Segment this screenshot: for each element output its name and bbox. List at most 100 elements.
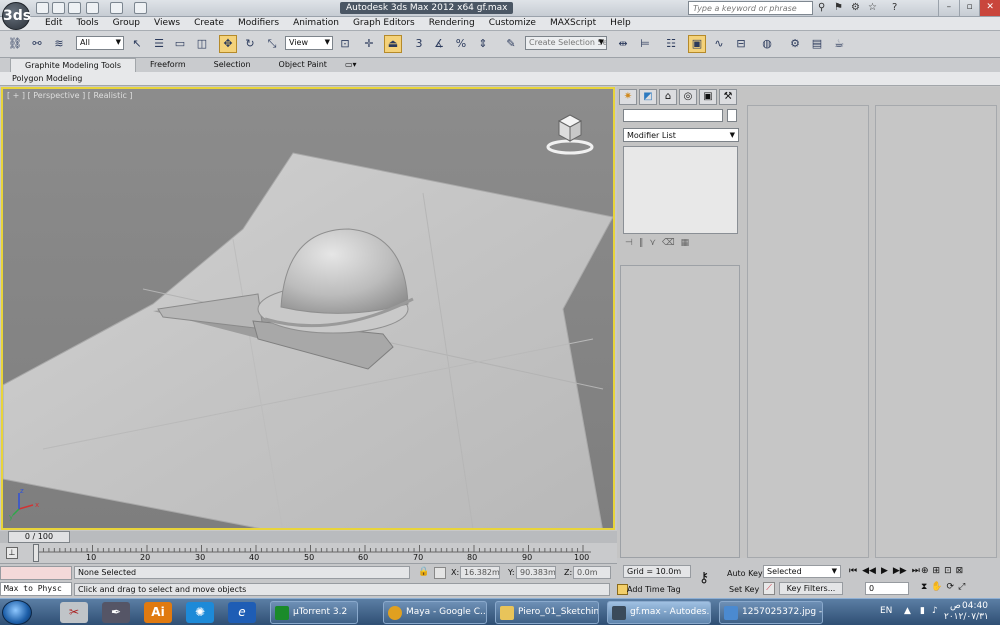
open-file-icon[interactable] [52, 2, 65, 14]
quicklaunch-scissors-icon[interactable]: ✂ [60, 602, 88, 623]
set-keys-icon[interactable]: ⟋ [763, 582, 775, 595]
pin-stack-icon[interactable]: ⊣ [625, 238, 633, 252]
redo-icon[interactable] [110, 2, 123, 14]
zoom-extents-all-icon[interactable]: ⊠ [956, 566, 964, 576]
select-object-icon[interactable]: ↖ [128, 35, 146, 53]
zoom-icon[interactable]: ⊕ [921, 566, 929, 576]
quicklaunch-illustrator-icon[interactable]: Ai [144, 602, 172, 623]
quicklaunch-ie-icon[interactable]: e [228, 602, 256, 623]
communication-center-icon[interactable]: ⚑ [834, 2, 843, 13]
render-production-icon[interactable]: ☕ [830, 35, 848, 53]
taskbar-image-viewer[interactable]: 1257025372.jpg - ... [719, 601, 823, 624]
set-key-mode-key-icon[interactable]: ⚷ [699, 570, 709, 586]
select-and-move-icon[interactable]: ✥ [219, 35, 237, 53]
ribbon-options-icon[interactable]: ▭▾ [341, 58, 361, 72]
remove-modifier-icon[interactable]: ⌫ [662, 238, 675, 252]
curve-editor-icon[interactable]: ∿ [710, 35, 728, 53]
previous-frame-icon[interactable]: ◀◀ [862, 566, 876, 576]
new-file-icon[interactable] [36, 2, 49, 14]
taskbar-folder[interactable]: Piero_01_Sketching [495, 601, 599, 624]
lock-selection-icon[interactable]: 🔒 [418, 567, 429, 577]
snaps-toggle-icon[interactable]: 3 [410, 35, 428, 53]
perspective-viewport[interactable]: [ + ] [ Perspective ] [ Realistic ] x z … [1, 87, 615, 530]
percent-snap-icon[interactable]: % [452, 35, 470, 53]
track-bar[interactable]: ⊥ 10 20 30 40 50 60 70 80 90 100 [0, 543, 617, 564]
quicklaunch-pen-icon[interactable]: ✒ [102, 602, 130, 623]
play-icon[interactable]: ▶ [881, 566, 888, 576]
object-name-field[interactable] [623, 109, 723, 122]
favorites-star-icon[interactable]: ☆ [868, 2, 877, 13]
go-to-start-icon[interactable]: ⏮ [849, 566, 857, 576]
selection-filter-dropdown[interactable]: All ▼ [76, 36, 124, 50]
show-end-result-icon[interactable]: ‖ [639, 238, 644, 252]
rendered-frame-window-icon[interactable]: ▤ [808, 35, 826, 53]
modify-tab-icon[interactable]: ◩ [639, 89, 657, 105]
key-filter-selected-dropdown[interactable]: Selected ▼ [763, 565, 841, 578]
menu-tools[interactable]: Tools [69, 17, 105, 30]
minimize-button[interactable]: – [938, 0, 959, 16]
add-time-tag-button[interactable]: Add Time Tag [627, 585, 681, 594]
motion-tab-icon[interactable]: ◎ [679, 89, 697, 105]
z-coordinate-field[interactable]: 0.0m [573, 566, 611, 579]
clock-time[interactable]: 04:40 [962, 601, 988, 611]
menu-customize[interactable]: Customize [482, 17, 543, 30]
configure-sets-icon[interactable]: ▦ [681, 238, 690, 252]
menu-edit[interactable]: Edit [38, 17, 69, 30]
select-by-name-icon[interactable]: ☰ [150, 35, 168, 53]
time-slider[interactable]: 0 / 100 [0, 531, 617, 543]
modifier-stack[interactable] [623, 146, 738, 234]
create-tab-icon[interactable]: ✷ [619, 89, 637, 105]
material-editor-icon[interactable]: ◍ [758, 35, 776, 53]
project-folder-icon[interactable] [134, 2, 147, 14]
viewport-label[interactable]: [ + ] [ Perspective ] [ Realistic ] [7, 91, 133, 100]
maxscript-listener-field[interactable] [0, 566, 72, 580]
modifier-list-dropdown[interactable]: Modifier List ▼ [623, 128, 739, 142]
language-indicator[interactable]: EN [880, 606, 892, 616]
zoom-extents-icon[interactable]: ⊡ [944, 566, 952, 576]
current-frame-field[interactable]: 0 [865, 582, 909, 595]
tab-selection[interactable]: Selection [200, 58, 265, 72]
undo-icon[interactable] [86, 2, 99, 14]
absolute-relative-toggle-icon[interactable] [434, 567, 446, 579]
render-setup-icon[interactable]: ⚙ [786, 35, 804, 53]
named-selection-set-dropdown[interactable]: Create Selection Se ▼ [525, 36, 607, 50]
time-slider-thumb[interactable]: 0 / 100 [8, 531, 70, 543]
time-configuration-icon[interactable]: ⧗ [921, 582, 927, 592]
menu-maxscript[interactable]: MAXScript [543, 17, 603, 30]
network-icon[interactable]: ▮ [920, 606, 925, 616]
volume-icon[interactable]: ♪ [932, 606, 938, 616]
key-filters-button[interactable]: Key Filters... [779, 582, 843, 595]
edit-named-selection-icon[interactable]: ✎ [502, 35, 520, 53]
link-icon[interactable]: ⛓ [6, 35, 24, 53]
viewcube-icon[interactable] [545, 109, 595, 155]
menu-help[interactable]: Help [603, 17, 638, 30]
polygon-modeling-panel[interactable]: Polygon Modeling [12, 74, 82, 83]
tab-freeform[interactable]: Freeform [136, 58, 200, 72]
go-to-end-icon[interactable]: ⏭ [912, 566, 920, 576]
tab-object-paint[interactable]: Object Paint [265, 58, 341, 72]
align-icon[interactable]: ⊨ [636, 35, 654, 53]
auto-key-button[interactable]: Auto Key [727, 569, 763, 578]
menu-group[interactable]: Group [106, 17, 147, 30]
orbit-icon[interactable]: ⟳ [947, 582, 955, 592]
menu-modifiers[interactable]: Modifiers [231, 17, 286, 30]
quicklaunch-app-icon[interactable]: ✺ [186, 602, 214, 623]
maxscript-mini-listener[interactable]: Max to Physc [0, 582, 72, 596]
menu-rendering[interactable]: Rendering [422, 17, 482, 30]
start-button[interactable] [2, 600, 32, 625]
bind-space-warp-icon[interactable]: ≋ [50, 35, 68, 53]
close-button[interactable]: ✕ [979, 0, 1000, 16]
select-and-scale-icon[interactable]: ⤡ [263, 35, 281, 53]
taskbar-utorrent[interactable]: µTorrent 3.2 [270, 601, 358, 624]
taskbar-chrome[interactable]: Maya - Google C... [383, 601, 487, 624]
rectangular-selection-icon[interactable]: ▭ [171, 35, 189, 53]
hierarchy-tab-icon[interactable]: ⌂ [659, 89, 677, 105]
select-and-manipulate-icon[interactable]: ✛ [360, 35, 378, 53]
y-coordinate-field[interactable]: 90.383m [516, 566, 556, 579]
exchange-icon[interactable]: ⚙ [851, 2, 860, 13]
display-tab-icon[interactable]: ▣ [699, 89, 717, 105]
reference-coordinate-dropdown[interactable]: View ▼ [285, 36, 333, 50]
unlink-icon[interactable]: ⚯ [28, 35, 46, 53]
select-and-rotate-icon[interactable]: ↻ [241, 35, 259, 53]
pan-icon[interactable]: ✋ [931, 582, 942, 592]
